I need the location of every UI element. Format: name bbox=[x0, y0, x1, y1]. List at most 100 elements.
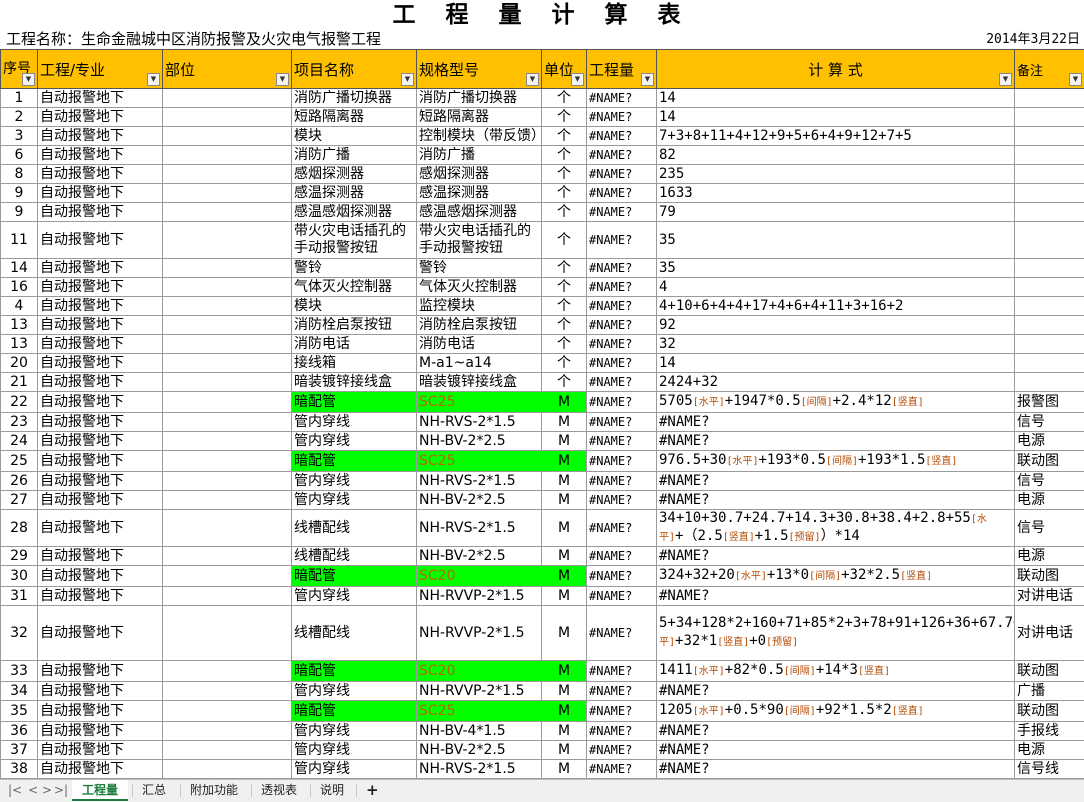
cell-location[interactable] bbox=[163, 259, 292, 278]
cell-location[interactable] bbox=[163, 316, 292, 335]
cell-item[interactable]: 管内穿线 bbox=[292, 682, 417, 701]
cell-project[interactable]: 自动报警地下 bbox=[38, 587, 163, 606]
cell-unit[interactable]: 个 bbox=[542, 354, 587, 373]
cell-qty[interactable]: #NAME? bbox=[587, 222, 657, 259]
cell-formula[interactable]: 4 bbox=[657, 278, 1015, 297]
cell-seq[interactable]: 22 bbox=[1, 392, 38, 413]
cell-spec[interactable]: 消防广播切换器 bbox=[417, 89, 542, 108]
cell-note[interactable]: 手报线 bbox=[1015, 722, 1084, 741]
filter-dropdown-icon[interactable]: ▼ bbox=[1069, 73, 1082, 86]
cell-spec[interactable]: 消防栓启泵按钮 bbox=[417, 316, 542, 335]
cell-qty[interactable]: #NAME? bbox=[587, 566, 657, 587]
cell-location[interactable] bbox=[163, 222, 292, 259]
cell-unit[interactable]: 个 bbox=[542, 222, 587, 259]
cell-qty[interactable]: #NAME? bbox=[587, 701, 657, 722]
cell-qty[interactable]: #NAME? bbox=[587, 547, 657, 566]
cell-unit[interactable]: 个 bbox=[542, 165, 587, 184]
cell-note[interactable] bbox=[1015, 222, 1084, 259]
cell-seq[interactable]: 28 bbox=[1, 510, 38, 547]
cell-spec[interactable]: NH-RVVP-2*1.5 bbox=[417, 606, 542, 661]
header-unit[interactable]: 单位▼ bbox=[542, 50, 587, 89]
cell-qty[interactable]: #NAME? bbox=[587, 722, 657, 741]
cell-note[interactable]: 联动图 bbox=[1015, 451, 1084, 472]
cell-unit[interactable]: 个 bbox=[542, 373, 587, 392]
cell-note[interactable]: 电源 bbox=[1015, 491, 1084, 510]
tab-readme[interactable]: 说明 bbox=[310, 780, 354, 801]
cell-unit[interactable]: M bbox=[542, 413, 587, 432]
cell-note[interactable]: 联动图 bbox=[1015, 566, 1084, 587]
cell-seq[interactable]: 9 bbox=[1, 203, 38, 222]
cell-seq[interactable]: 3 bbox=[1, 127, 38, 146]
cell-note[interactable] bbox=[1015, 297, 1084, 316]
cell-item[interactable]: 接线箱 bbox=[292, 354, 417, 373]
cell-note[interactable] bbox=[1015, 335, 1084, 354]
cell-unit[interactable]: M bbox=[542, 547, 587, 566]
first-sheet-arrow-icon[interactable]: |< bbox=[8, 783, 22, 797]
cell-item[interactable]: 暗配管 bbox=[292, 566, 417, 587]
cell-item[interactable]: 暗装镀锌接线盒 bbox=[292, 373, 417, 392]
filter-dropdown-icon[interactable]: ▼ bbox=[276, 73, 289, 86]
cell-seq[interactable]: 21 bbox=[1, 373, 38, 392]
cell-note[interactable] bbox=[1015, 316, 1084, 335]
cell-formula[interactable]: 1205[水平]+0.5*90[间隔]+92*1.5*2[竖直] bbox=[657, 701, 1015, 722]
cell-note[interactable]: 对讲电话 bbox=[1015, 587, 1084, 606]
cell-project[interactable]: 自动报警地下 bbox=[38, 760, 163, 779]
cell-formula[interactable]: #NAME? bbox=[657, 682, 1015, 701]
cell-qty[interactable]: #NAME? bbox=[587, 760, 657, 779]
cell-qty[interactable]: #NAME? bbox=[587, 316, 657, 335]
cell-seq[interactable]: 32 bbox=[1, 606, 38, 661]
cell-formula[interactable]: 5+34+128*2+160+71+85*2+3+78+91+126+36+67… bbox=[657, 606, 1015, 661]
cell-qty[interactable]: #NAME? bbox=[587, 165, 657, 184]
cell-seq[interactable]: 13 bbox=[1, 316, 38, 335]
cell-item[interactable]: 线槽配线 bbox=[292, 547, 417, 566]
cell-seq[interactable]: 27 bbox=[1, 491, 38, 510]
cell-formula[interactable]: #NAME? bbox=[657, 413, 1015, 432]
cell-spec[interactable]: NH-RVVP-2*1.5 bbox=[417, 587, 542, 606]
cell-qty[interactable]: #NAME? bbox=[587, 741, 657, 760]
cell-unit[interactable]: M bbox=[542, 432, 587, 451]
cell-formula[interactable]: 14 bbox=[657, 354, 1015, 373]
cell-location[interactable] bbox=[163, 491, 292, 510]
cell-unit[interactable]: M bbox=[542, 472, 587, 491]
cell-spec[interactable]: M-a1~a14 bbox=[417, 354, 542, 373]
cell-unit[interactable]: 个 bbox=[542, 184, 587, 203]
cell-item[interactable]: 消防广播切换器 bbox=[292, 89, 417, 108]
cell-note[interactable] bbox=[1015, 89, 1084, 108]
cell-location[interactable] bbox=[163, 413, 292, 432]
cell-qty[interactable]: #NAME? bbox=[587, 146, 657, 165]
cell-location[interactable] bbox=[163, 184, 292, 203]
cell-note[interactable]: 报警图 bbox=[1015, 392, 1084, 413]
cell-location[interactable] bbox=[163, 165, 292, 184]
cell-spec[interactable]: SC25 bbox=[417, 392, 542, 413]
cell-seq[interactable]: 25 bbox=[1, 451, 38, 472]
header-formula[interactable]: 计 算 式▼ bbox=[657, 50, 1015, 89]
cell-formula[interactable]: 2424+32 bbox=[657, 373, 1015, 392]
cell-spec[interactable]: 消防电话 bbox=[417, 335, 542, 354]
cell-project[interactable]: 自动报警地下 bbox=[38, 335, 163, 354]
cell-spec[interactable]: NH-RVS-2*1.5 bbox=[417, 472, 542, 491]
cell-seq[interactable]: 35 bbox=[1, 701, 38, 722]
cell-location[interactable] bbox=[163, 297, 292, 316]
cell-location[interactable] bbox=[163, 373, 292, 392]
cell-seq[interactable]: 24 bbox=[1, 432, 38, 451]
cell-qty[interactable]: #NAME? bbox=[587, 587, 657, 606]
cell-seq[interactable]: 30 bbox=[1, 566, 38, 587]
cell-note[interactable]: 信号线 bbox=[1015, 760, 1084, 779]
cell-project[interactable]: 自动报警地下 bbox=[38, 682, 163, 701]
filter-dropdown-icon[interactable]: ▼ bbox=[999, 73, 1012, 86]
cell-spec[interactable]: 带火灾电话插孔的手动报警按钮 bbox=[417, 222, 542, 259]
cell-note[interactable]: 联动图 bbox=[1015, 661, 1084, 682]
cell-location[interactable] bbox=[163, 741, 292, 760]
cell-formula[interactable]: #NAME? bbox=[657, 491, 1015, 510]
cell-location[interactable] bbox=[163, 108, 292, 127]
filter-dropdown-icon[interactable]: ▼ bbox=[641, 73, 654, 86]
cell-spec[interactable]: 感烟探测器 bbox=[417, 165, 542, 184]
cell-unit[interactable]: 个 bbox=[542, 316, 587, 335]
cell-formula[interactable]: 1633 bbox=[657, 184, 1015, 203]
cell-note[interactable]: 对讲电话 bbox=[1015, 606, 1084, 661]
header-project[interactable]: 工程/专业▼ bbox=[38, 50, 163, 89]
cell-unit[interactable]: M bbox=[542, 566, 587, 587]
cell-project[interactable]: 自动报警地下 bbox=[38, 146, 163, 165]
cell-spec[interactable]: NH-RVVP-2*1.5 bbox=[417, 682, 542, 701]
filter-dropdown-icon[interactable]: ▼ bbox=[147, 73, 160, 86]
